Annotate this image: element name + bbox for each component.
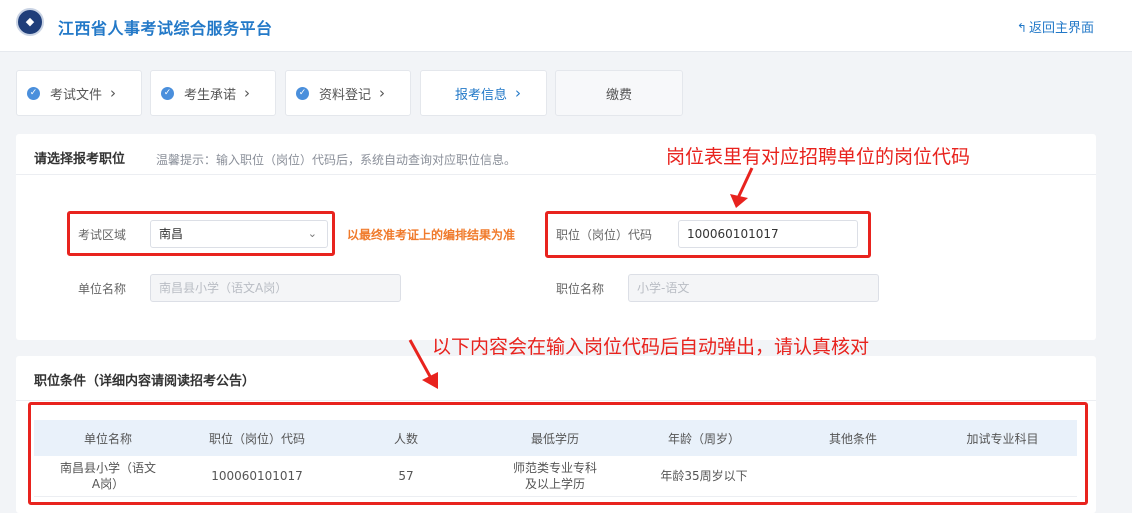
unit-name-field: 南昌县小学（语文A岗） <box>150 274 401 302</box>
highlight-box-exam-area <box>67 211 335 256</box>
step-exam-docs[interactable]: ✓ 考试文件 › <box>16 70 142 116</box>
annotation-top: 岗位表里有对应招聘单位的岗位代码 <box>666 146 971 168</box>
divider <box>16 400 1096 401</box>
check-icon: ✓ <box>161 86 174 100</box>
check-icon: ✓ <box>27 86 40 100</box>
step-label: 资料登记 <box>319 87 372 103</box>
step-label: 考生承诺 <box>184 87 237 103</box>
highlight-box-conditions-table <box>28 402 1088 505</box>
exam-area-note: 以最终准考证上的编排结果为准 <box>347 228 516 242</box>
annotation-arrow-icon <box>408 339 438 389</box>
section-title: 职位条件（详细内容请阅读招考公告） <box>34 374 256 389</box>
app-title: 江西省人事考试综合服务平台 <box>58 19 273 38</box>
annotation-middle: 以下内容会在输入岗位代码后自动弹出，请认真核对 <box>432 336 870 358</box>
chevron-right-icon: › <box>379 84 386 102</box>
step-application-info[interactable]: 报考信息 › <box>420 70 547 116</box>
tip-text: 温馨提示：输入职位（岗位）代码后，系统自动查询对应职位信息。 <box>156 153 517 167</box>
divider <box>16 174 1096 175</box>
return-arrow-icon: ↰ <box>1016 21 1027 35</box>
unit-name-label: 单位名称 <box>78 282 127 296</box>
section-title: 请选择报考职位 <box>34 152 126 167</box>
step-label: 缴费 <box>605 87 632 103</box>
top-header: ◆ 江西省人事考试综合服务平台 ↰ 返回主界面 <box>0 0 1132 52</box>
chevron-right-icon: › <box>515 84 522 102</box>
step-candidate-pledge[interactable]: ✓ 考生承诺 › <box>150 70 276 116</box>
chevron-right-icon: › <box>244 84 251 102</box>
highlight-box-position-code <box>545 211 871 258</box>
back-link-label: 返回主界面 <box>1028 21 1094 36</box>
position-name-field: 小学-语文 <box>628 274 879 302</box>
step-label: 报考信息 <box>455 87 508 103</box>
logo-icon: ◆ <box>16 8 44 36</box>
step-payment[interactable]: 缴费 <box>555 70 683 116</box>
step-info-registration[interactable]: ✓ 资料登记 › <box>285 70 411 116</box>
back-to-home-link[interactable]: ↰ 返回主界面 <box>1017 17 1094 36</box>
step-label: 考试文件 <box>50 87 103 103</box>
annotation-arrow-icon <box>730 167 754 208</box>
position-name-label: 职位名称 <box>556 282 605 296</box>
check-icon: ✓ <box>296 86 309 100</box>
chevron-right-icon: › <box>110 84 117 102</box>
